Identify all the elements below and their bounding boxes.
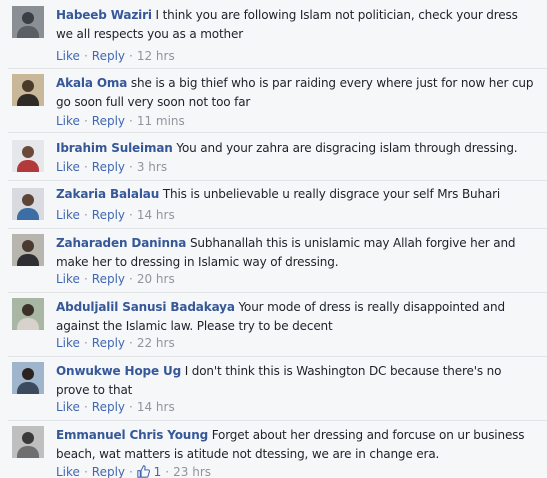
comment-author[interactable]: Zaharaden Daninna bbox=[56, 236, 186, 250]
avatar[interactable] bbox=[12, 362, 44, 394]
separator: · bbox=[83, 400, 88, 414]
comment-author[interactable]: Abduljalil Sanusi Badakaya bbox=[56, 300, 235, 314]
comment-actions: Like · Reply · 20 hrs bbox=[56, 270, 175, 288]
comment-actions: Like · Reply · 3 hrs bbox=[56, 158, 167, 176]
reply-button[interactable]: Reply bbox=[92, 272, 125, 286]
reply-button[interactable]: Reply bbox=[92, 160, 125, 174]
comment-divider bbox=[8, 292, 547, 293]
comment-timestamp[interactable]: 23 hrs bbox=[173, 465, 211, 478]
comment-actions: Like · Reply · 11 mins bbox=[56, 112, 185, 130]
like-button[interactable]: Like bbox=[56, 49, 80, 63]
comment-author[interactable]: Akala Oma bbox=[56, 76, 127, 90]
comment-item: Akala Oma she is a big thief who is par … bbox=[0, 68, 547, 132]
comment-author[interactable]: Onwukwe Hope Ug bbox=[56, 364, 181, 378]
separator: · bbox=[129, 160, 133, 174]
reply-button[interactable]: Reply bbox=[92, 465, 125, 478]
separator: · bbox=[83, 465, 88, 478]
comment-list: Habeeb Waziri I think you are following … bbox=[0, 0, 547, 478]
separator: · bbox=[129, 465, 133, 478]
thumbs-up-icon bbox=[137, 465, 150, 478]
like-button[interactable]: Like bbox=[56, 272, 80, 286]
separator: · bbox=[83, 114, 88, 128]
comment-author[interactable]: Emmanuel Chris Young bbox=[56, 428, 208, 442]
separator: · bbox=[129, 49, 133, 63]
avatar[interactable] bbox=[12, 426, 44, 458]
comment-text: she is a big thief who is par raiding ev… bbox=[56, 76, 534, 109]
comment-item: Ibrahim Suleiman You and your zahra are … bbox=[0, 132, 547, 180]
reply-button[interactable]: Reply bbox=[92, 336, 125, 350]
comment-item: Zakaria Balalau This is unbelievable u r… bbox=[0, 180, 547, 228]
comment-body: Habeeb Waziri I think you are following … bbox=[56, 6, 536, 44]
comment-divider bbox=[8, 132, 547, 133]
reply-button[interactable]: Reply bbox=[92, 49, 125, 63]
separator: · bbox=[83, 208, 88, 222]
like-count[interactable]: 1 bbox=[137, 465, 161, 478]
separator: · bbox=[129, 272, 133, 286]
separator: · bbox=[83, 336, 88, 350]
comment-timestamp[interactable]: 11 mins bbox=[137, 114, 185, 128]
comment-divider bbox=[8, 356, 547, 357]
comment-body: Ibrahim Suleiman You and your zahra are … bbox=[56, 139, 536, 158]
reply-button[interactable]: Reply bbox=[92, 114, 125, 128]
comment-actions: Like · Reply · 22 hrs bbox=[56, 334, 175, 352]
avatar[interactable] bbox=[12, 6, 44, 38]
comment-item: Emmanuel Chris Young Forget about her dr… bbox=[0, 420, 547, 478]
comment-body: Abduljalil Sanusi Badakaya Your mode of … bbox=[56, 298, 536, 336]
separator: · bbox=[83, 272, 88, 286]
separator: · bbox=[83, 160, 88, 174]
comment-timestamp[interactable]: 20 hrs bbox=[137, 272, 175, 286]
like-button[interactable]: Like bbox=[56, 400, 80, 414]
avatar[interactable] bbox=[12, 74, 44, 106]
separator: · bbox=[83, 49, 88, 63]
reply-button[interactable]: Reply bbox=[92, 400, 125, 414]
comment-timestamp[interactable]: 14 hrs bbox=[137, 208, 175, 222]
comment-item: Zaharaden Daninna Subhanallah this is un… bbox=[0, 228, 547, 292]
avatar[interactable] bbox=[12, 298, 44, 330]
comment-timestamp[interactable]: 3 hrs bbox=[137, 160, 167, 174]
comment-divider bbox=[8, 180, 547, 181]
like-button[interactable]: Like bbox=[56, 160, 80, 174]
comment-text: You and your zahra are disgracing islam … bbox=[176, 141, 518, 155]
comment-divider bbox=[8, 68, 547, 69]
avatar[interactable] bbox=[12, 234, 44, 266]
comment-item: Habeeb Waziri I think you are following … bbox=[0, 0, 547, 68]
separator: · bbox=[129, 208, 133, 222]
like-button[interactable]: Like bbox=[56, 114, 80, 128]
comment-body: Emmanuel Chris Young Forget about her dr… bbox=[56, 426, 536, 464]
separator: · bbox=[129, 400, 133, 414]
separator: · bbox=[165, 465, 170, 478]
separator: · bbox=[129, 114, 133, 128]
comment-item: Abduljalil Sanusi Badakaya Your mode of … bbox=[0, 292, 547, 356]
comment-timestamp[interactable]: 22 hrs bbox=[137, 336, 175, 350]
comment-body: Zaharaden Daninna Subhanallah this is un… bbox=[56, 234, 536, 272]
comment-actions: Like · Reply · 14 hrs bbox=[56, 398, 175, 416]
avatar[interactable] bbox=[12, 188, 44, 220]
comment-body: Onwukwe Hope Ug I don't think this is Wa… bbox=[56, 362, 536, 400]
comment-author[interactable]: Habeeb Waziri bbox=[56, 8, 152, 22]
comment-actions: Like · Reply · 12 hrs bbox=[56, 47, 175, 65]
comment-actions: Like · Reply · 14 hrs bbox=[56, 206, 175, 224]
comment-text: This is unbelievable u really disgrace y… bbox=[162, 187, 501, 201]
comment-body: Zakaria Balalau This is unbelievable u r… bbox=[56, 185, 536, 204]
comment-divider bbox=[8, 420, 547, 421]
comment-author[interactable]: Zakaria Balalau bbox=[56, 187, 159, 201]
comment-divider bbox=[8, 228, 547, 229]
comment-item: Onwukwe Hope Ug I don't think this is Wa… bbox=[0, 356, 547, 420]
like-button[interactable]: Like bbox=[56, 465, 80, 478]
comment-author[interactable]: Ibrahim Suleiman bbox=[56, 141, 173, 155]
comment-body: Akala Oma she is a big thief who is par … bbox=[56, 74, 536, 112]
avatar[interactable] bbox=[12, 140, 44, 172]
comment-actions: Like · Reply · 1 · 23 hrs bbox=[56, 463, 211, 478]
separator: · bbox=[129, 336, 133, 350]
comment-timestamp[interactable]: 12 hrs bbox=[137, 49, 175, 63]
like-button[interactable]: Like bbox=[56, 336, 80, 350]
like-button[interactable]: Like bbox=[56, 208, 80, 222]
comment-timestamp[interactable]: 14 hrs bbox=[137, 400, 175, 414]
reply-button[interactable]: Reply bbox=[92, 208, 125, 222]
